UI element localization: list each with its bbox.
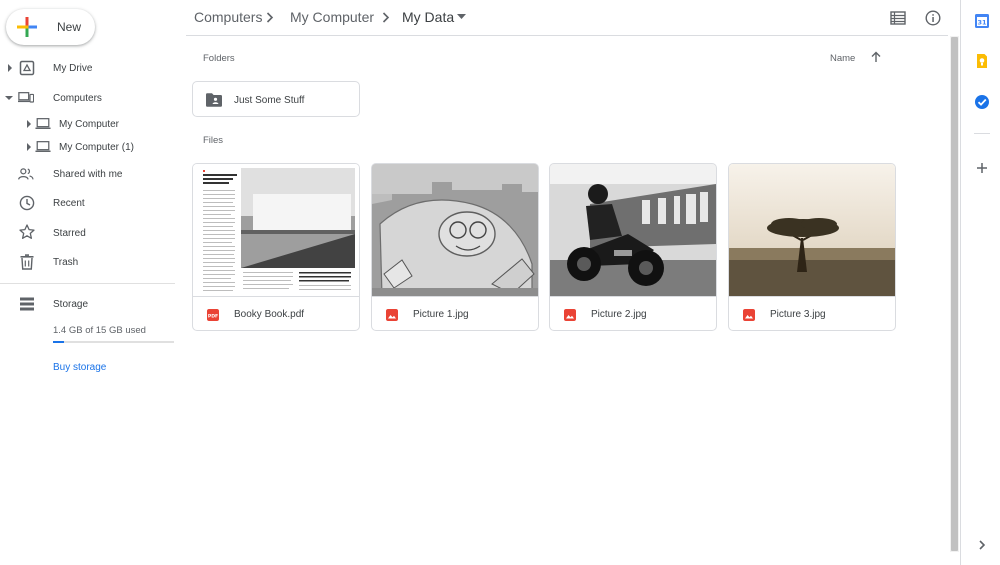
trash-icon xyxy=(20,254,34,270)
svg-text:31: 31 xyxy=(977,19,987,27)
laptop-icon xyxy=(35,141,51,152)
breadcrumb-item-my-data[interactable]: My Data xyxy=(402,9,454,25)
svg-text:PDF: PDF xyxy=(208,313,218,319)
star-icon xyxy=(19,224,35,239)
calendar-icon[interactable]: 31 xyxy=(974,13,990,29)
sidebar-item-label: My Computer xyxy=(59,119,120,130)
shared-folder-icon xyxy=(206,93,222,107)
sidebar-item-my-drive[interactable]: My Drive xyxy=(0,56,185,80)
laptop-icon xyxy=(35,118,51,129)
sidebar-item-shared[interactable]: Shared with me xyxy=(0,162,185,186)
image-thumbnail xyxy=(729,164,895,296)
tasks-icon[interactable] xyxy=(974,94,990,110)
graffiti-wall-preview xyxy=(372,164,538,296)
breadcrumb-item-computers[interactable]: Computers xyxy=(194,9,262,25)
storage-icon xyxy=(20,297,34,311)
acacia-tree-preview xyxy=(729,164,895,296)
folder-name: Just Some Stuff xyxy=(234,95,305,106)
breadcrumb: Computers My Computer My Data xyxy=(186,0,948,36)
computers-icon xyxy=(18,92,34,103)
sidebar-divider xyxy=(0,283,175,284)
clock-icon xyxy=(19,195,35,211)
sidebar-item-my-computer[interactable]: My Computer xyxy=(0,112,185,136)
pdf-thumbnail xyxy=(193,164,359,296)
sidebar-item-label: Computers xyxy=(53,93,102,104)
arrow-up-icon[interactable] xyxy=(870,51,882,63)
sidebar-item-my-computer-1[interactable]: My Computer (1) xyxy=(0,135,185,159)
sidebar-item-recent[interactable]: Recent xyxy=(0,191,185,215)
file-info: PDF Booky Book.pdf xyxy=(193,296,359,330)
file-name: Booky Book.pdf xyxy=(234,309,305,320)
image-thumbnail xyxy=(372,164,538,296)
caret-down-icon[interactable] xyxy=(5,94,13,102)
image-file-icon xyxy=(564,309,576,321)
new-button[interactable]: New xyxy=(6,9,95,45)
info-icon[interactable] xyxy=(925,10,941,26)
caret-right-icon[interactable] xyxy=(6,64,14,72)
sidebar: New My Drive Computers My Computer My Co… xyxy=(0,0,185,565)
sidebar-item-starred[interactable]: Starred xyxy=(0,221,185,245)
side-panel-divider xyxy=(974,133,990,134)
people-icon xyxy=(18,168,34,180)
sidebar-item-label: Shared with me xyxy=(53,169,123,180)
buy-storage-link[interactable]: Buy storage xyxy=(53,362,106,373)
drive-app: New My Drive Computers My Computer My Co… xyxy=(0,0,1000,565)
sidebar-item-label: My Computer (1) xyxy=(59,142,135,153)
sidebar-item-label: Trash xyxy=(53,257,79,268)
folder-card[interactable]: Just Some Stuff xyxy=(192,81,360,117)
add-icon[interactable] xyxy=(974,160,990,176)
sidebar-item-label: My Drive xyxy=(53,63,93,74)
file-card[interactable]: PDF Booky Book.pdf xyxy=(192,163,360,331)
chevron-right-icon[interactable] xyxy=(974,537,990,553)
sidebar-item-storage[interactable]: Storage xyxy=(0,292,185,316)
file-name: Picture 3.jpg xyxy=(770,309,826,320)
image-thumbnail xyxy=(550,164,716,296)
file-info: Picture 2.jpg xyxy=(550,296,716,330)
file-info: Picture 3.jpg xyxy=(729,296,895,330)
file-card[interactable]: Picture 1.jpg xyxy=(371,163,539,331)
folders-section-label: Folders xyxy=(203,53,235,64)
file-name: Picture 1.jpg xyxy=(413,309,469,320)
keep-icon[interactable] xyxy=(974,53,990,69)
image-file-icon xyxy=(386,309,398,321)
sidebar-item-label: Storage xyxy=(53,299,89,310)
motorcycle-preview xyxy=(550,164,716,296)
storage-progress-fill xyxy=(53,341,64,343)
sidebar-item-trash[interactable]: Trash xyxy=(0,250,185,274)
side-panel: 31 xyxy=(960,0,1000,565)
drive-icon xyxy=(19,60,35,76)
caret-down-icon[interactable] xyxy=(457,14,466,20)
caret-right-icon[interactable] xyxy=(25,120,33,128)
new-plus-icon xyxy=(17,17,37,37)
breadcrumb-item-my-computer[interactable]: My Computer xyxy=(290,9,374,25)
sort-by-name[interactable]: Name xyxy=(830,53,855,64)
image-file-icon xyxy=(743,309,755,321)
file-card[interactable]: Picture 3.jpg xyxy=(728,163,896,331)
scrollbar-thumb[interactable] xyxy=(951,37,958,551)
sidebar-item-computers[interactable]: Computers xyxy=(0,86,185,110)
new-button-label: New xyxy=(57,20,82,34)
file-info: Picture 1.jpg xyxy=(372,296,538,330)
caret-right-icon[interactable] xyxy=(25,143,33,151)
file-card[interactable]: Picture 2.jpg xyxy=(549,163,717,331)
files-section-label: Files xyxy=(203,135,224,146)
main-content: Computers My Computer My Data Folders Na… xyxy=(186,0,948,565)
list-view-icon[interactable] xyxy=(890,10,906,26)
sidebar-item-label: Starred xyxy=(53,228,86,239)
storage-progress-bar xyxy=(53,341,174,343)
sidebar-item-label: Recent xyxy=(53,198,85,209)
pdf-file-icon: PDF xyxy=(207,309,219,321)
file-name: Picture 2.jpg xyxy=(591,309,647,320)
storage-used-text: 1.4 GB of 15 GB used xyxy=(53,325,146,336)
chevron-right-icon xyxy=(266,12,274,23)
chevron-right-icon xyxy=(382,12,390,23)
pdf-page-preview xyxy=(193,164,359,296)
